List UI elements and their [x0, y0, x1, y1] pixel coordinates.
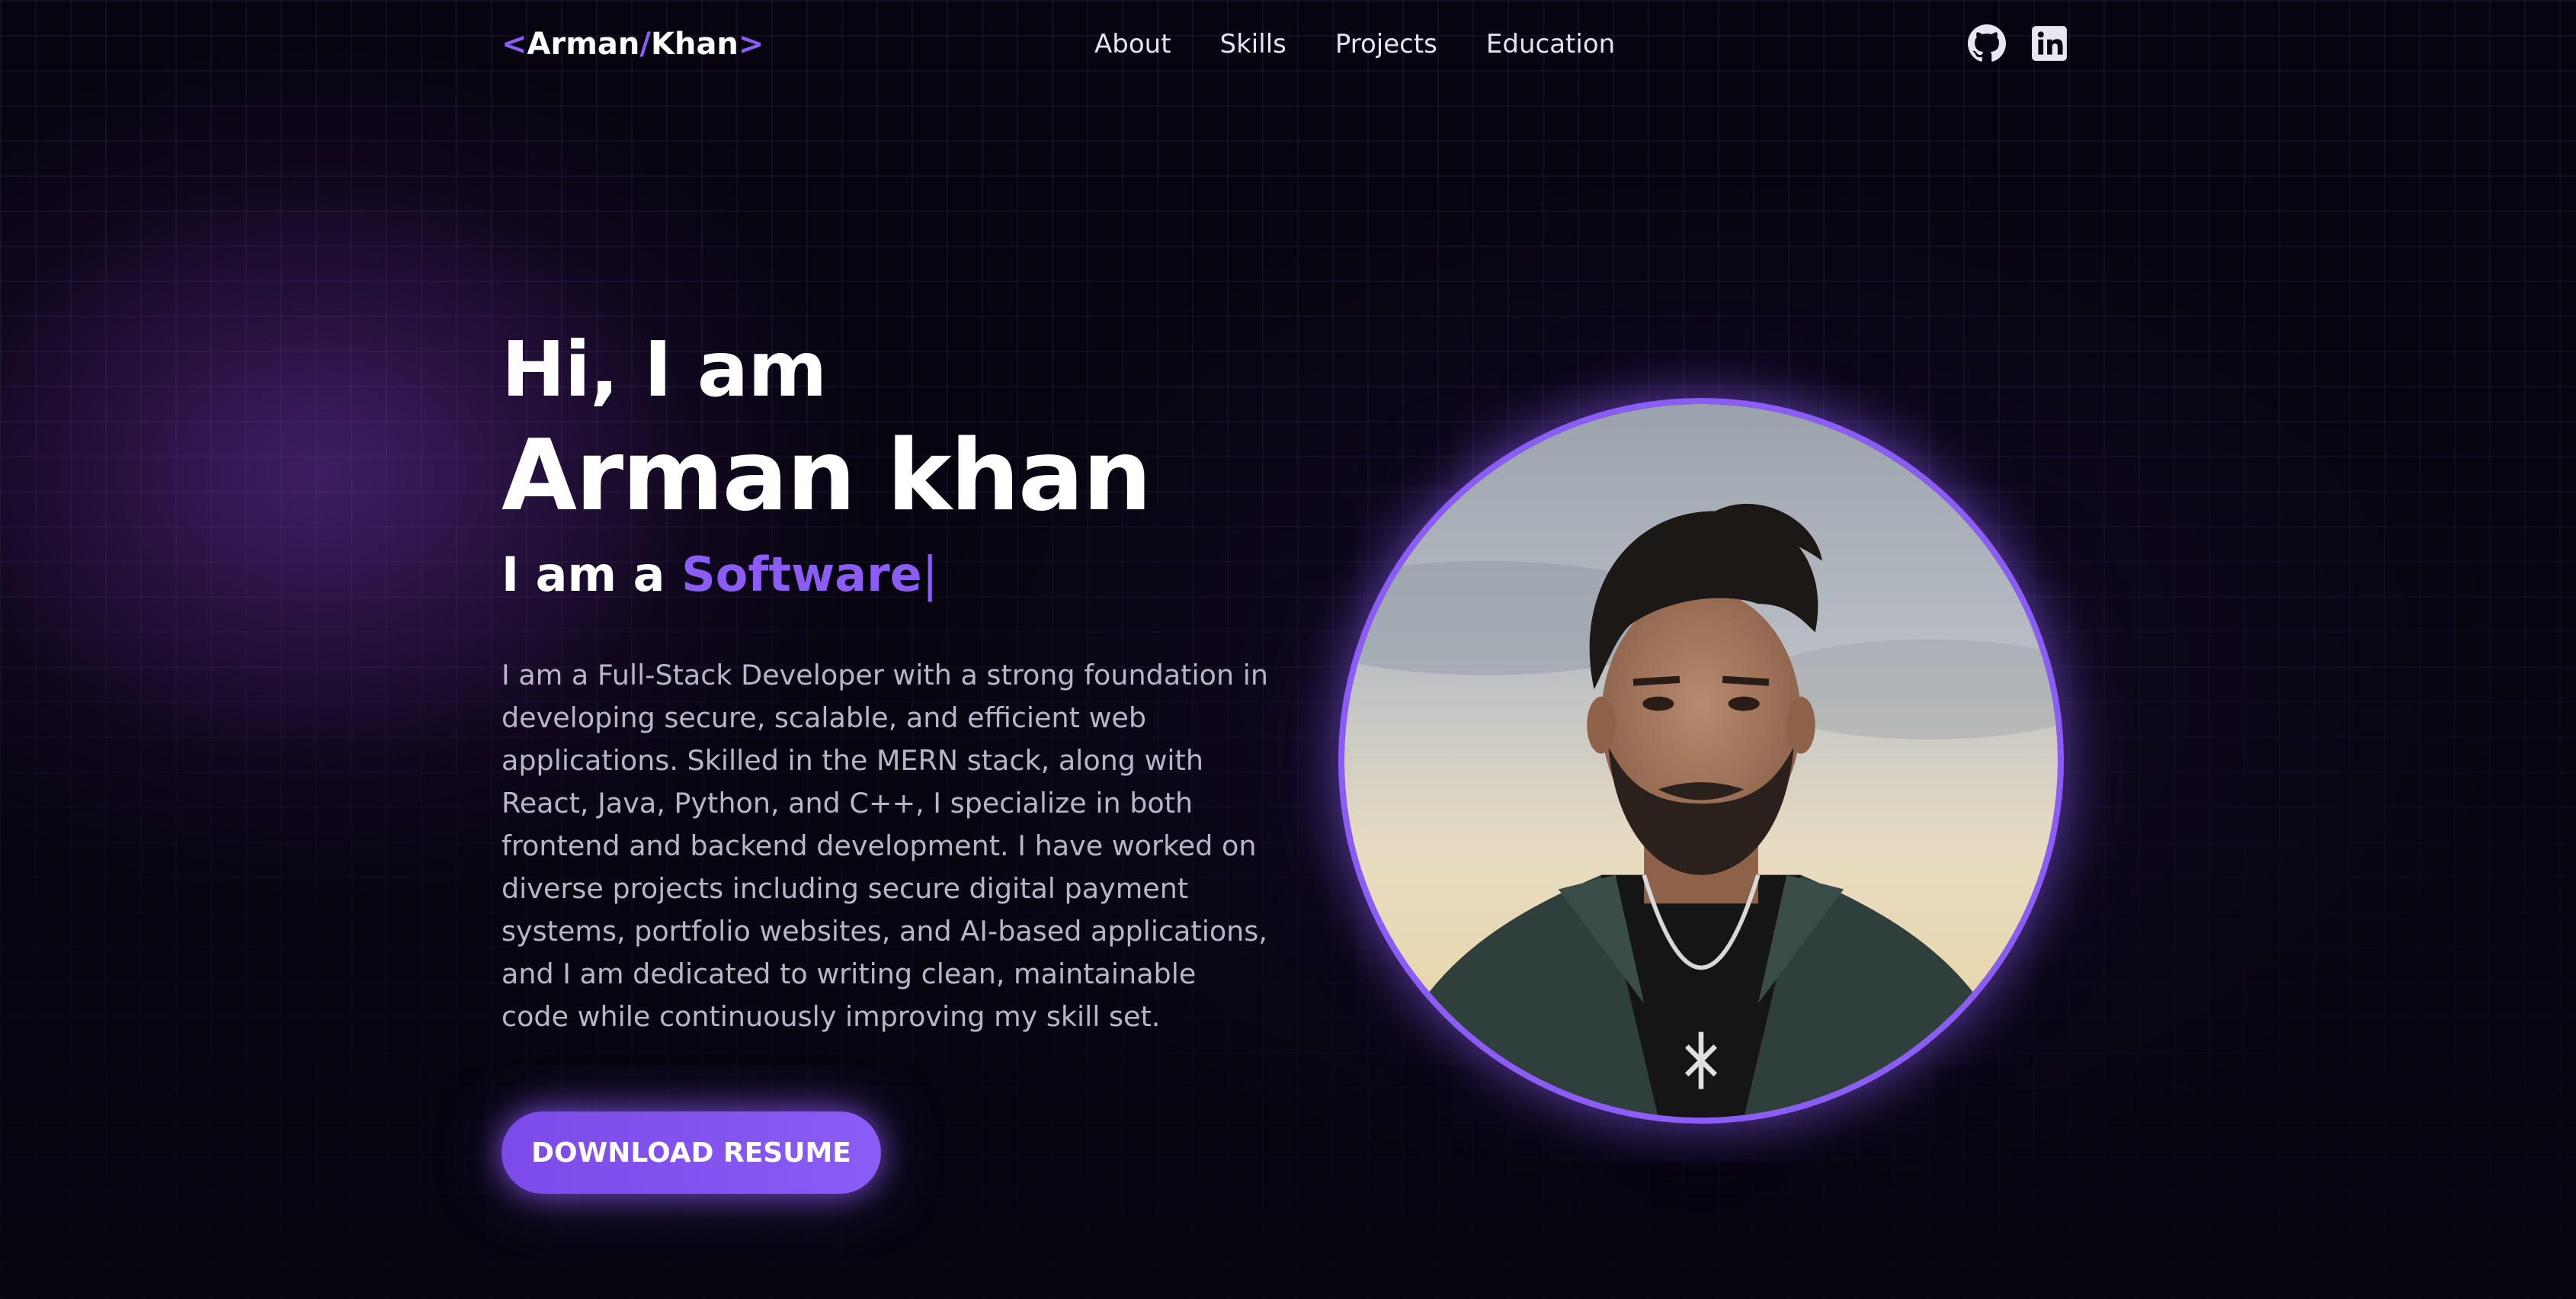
hero-greeting: Hi, I am	[501, 325, 827, 414]
portfolio-page: <Arman/Khan> About Skills Projects Educa…	[0, 0, 2576, 1299]
logo-open-bracket: <	[501, 27, 527, 62]
profile-photo	[1338, 398, 2064, 1124]
typing-cursor: |	[921, 547, 938, 602]
hero-text: Hi, I am Arman khan I am a Software| I a…	[501, 320, 1279, 1066]
logo-last-name: Khan	[650, 27, 739, 62]
role-typed-text: Software	[681, 547, 922, 602]
background-grid	[0, 0, 2576, 1299]
nav-links: About Skills Projects Education	[1094, 23, 1615, 66]
nav-link-about[interactable]: About	[1094, 23, 1171, 66]
logo-close-bracket: >	[738, 27, 764, 62]
linkedin-link[interactable]	[2030, 24, 2068, 63]
social-links	[1968, 24, 2068, 63]
navbar: <Arman/Khan> About Skills Projects Educa…	[0, 0, 2576, 88]
download-resume-button[interactable]: DOWNLOAD RESUME	[501, 1111, 881, 1194]
hero-name: Arman khan	[501, 419, 1152, 533]
github-icon	[1968, 24, 2006, 62]
nav-link-projects[interactable]: Projects	[1335, 23, 1437, 66]
hero-bio: I am a Full-Stack Developer with a stron…	[501, 659, 1268, 1033]
linkedin-icon	[2032, 26, 2067, 61]
logo-link[interactable]: <Arman/Khan>	[501, 23, 764, 66]
role-prefix: I am a	[501, 547, 682, 602]
nav-link-skills[interactable]: Skills	[1220, 23, 1286, 66]
profile-photo-illustration	[1344, 404, 2058, 1118]
logo-first-name: Arman	[527, 27, 640, 62]
hero-role: I am a Software|	[501, 544, 1279, 605]
nav-link-education[interactable]: Education	[1486, 23, 1615, 66]
logo-slash: /	[639, 27, 651, 62]
github-link[interactable]	[1968, 24, 2006, 63]
